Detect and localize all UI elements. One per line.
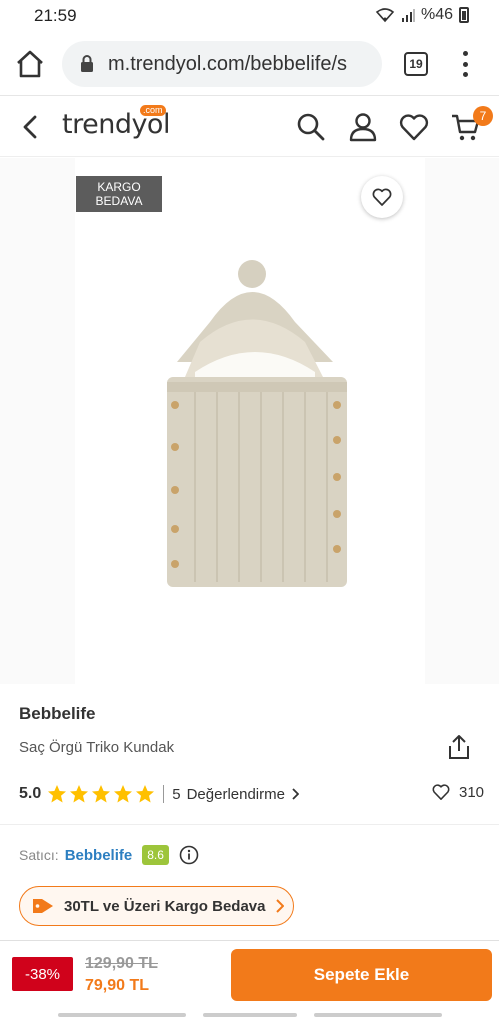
nav-indicator (58, 1013, 186, 1017)
rating-separator (163, 785, 165, 803)
battery-icon (459, 7, 469, 23)
url-text: m.trendyol.com/bebbelife/s (108, 52, 348, 75)
status-icons: %46 (375, 6, 469, 24)
add-to-cart-button[interactable]: Sepete Ekle (231, 949, 492, 1001)
heart-icon (432, 784, 450, 800)
status-time: 21:59 (34, 6, 77, 25)
lock-icon (81, 55, 93, 72)
star-icon (114, 785, 133, 803)
old-price: 129,90 TL (85, 955, 158, 972)
review-count: 5 (172, 785, 181, 803)
app-header: trendyol .com (0, 97, 499, 157)
purchase-bar: -38% 129,90 TL 79,90 TL Sepete Ekle (0, 940, 499, 1010)
review-label: Değerlendirme (186, 785, 285, 803)
tag-icon (33, 899, 53, 913)
reviews-link[interactable]: 5 Değerlendirme (172, 786, 299, 803)
star-icon (70, 785, 89, 803)
current-price: 79,90 TL (85, 977, 150, 994)
heart-icon[interactable] (398, 111, 430, 143)
nav-indicator (314, 1013, 442, 1017)
star-icon (92, 785, 111, 803)
seller-score-badge: 8.6 (142, 845, 169, 865)
favorite-count[interactable]: 310 (431, 783, 484, 801)
product-brand[interactable]: Bebbelife (19, 704, 96, 724)
wifi-icon (375, 8, 395, 23)
chevron-right-icon (292, 788, 299, 800)
star-icon (136, 785, 155, 803)
signal-icon (401, 9, 415, 22)
shipping-promo-button[interactable]: 30TL ve Üzeri Kargo Bedava (19, 886, 294, 926)
browser-bar: m.trendyol.com/bebbelife/s 19 (0, 32, 499, 96)
product-name: Saç Örgü Triko Kundak (19, 739, 175, 756)
favorite-count-value: 310 (459, 783, 485, 801)
nav-indicator (203, 1013, 297, 1017)
seller-row: Satıcı: Bebbelife 8.6 (19, 843, 199, 867)
back-icon[interactable] (18, 113, 44, 141)
tab-count-button[interactable]: 19 (404, 52, 428, 76)
rating-row: 5.0 5 Değerlendirme (19, 782, 299, 806)
more-icon[interactable] (455, 51, 475, 77)
star-icon (48, 785, 67, 803)
seller-name-link[interactable]: Bebbelife (65, 847, 133, 864)
user-icon[interactable] (347, 111, 379, 143)
favorite-button[interactable] (361, 176, 403, 218)
status-bar: 21:59 %46 (0, 0, 499, 32)
info-icon[interactable] (179, 845, 199, 865)
seller-label: Satıcı: (19, 847, 59, 863)
promo-text: 30TL ve Üzeri Kargo Bedava (64, 897, 266, 915)
url-bar[interactable]: m.trendyol.com/bebbelife/s (62, 41, 382, 87)
rating-value: 5.0 (19, 785, 42, 802)
chevron-right-icon (276, 899, 285, 913)
home-icon[interactable] (14, 49, 46, 79)
badge-line2: BEDAVA (95, 194, 143, 208)
cart-count-badge: 7 (473, 106, 493, 126)
badge-line1: KARGO (97, 180, 141, 194)
divider (0, 824, 499, 825)
rating-stars (47, 784, 155, 804)
battery-percent: %46 (420, 6, 453, 23)
heart-icon (372, 188, 392, 206)
share-icon[interactable] (448, 734, 470, 760)
discount-badge: -38% (12, 957, 73, 991)
product-image (167, 260, 347, 587)
free-shipping-badge: KARGO BEDAVA (76, 176, 162, 212)
logo-badge: .com (140, 105, 166, 116)
search-icon[interactable] (295, 111, 327, 143)
